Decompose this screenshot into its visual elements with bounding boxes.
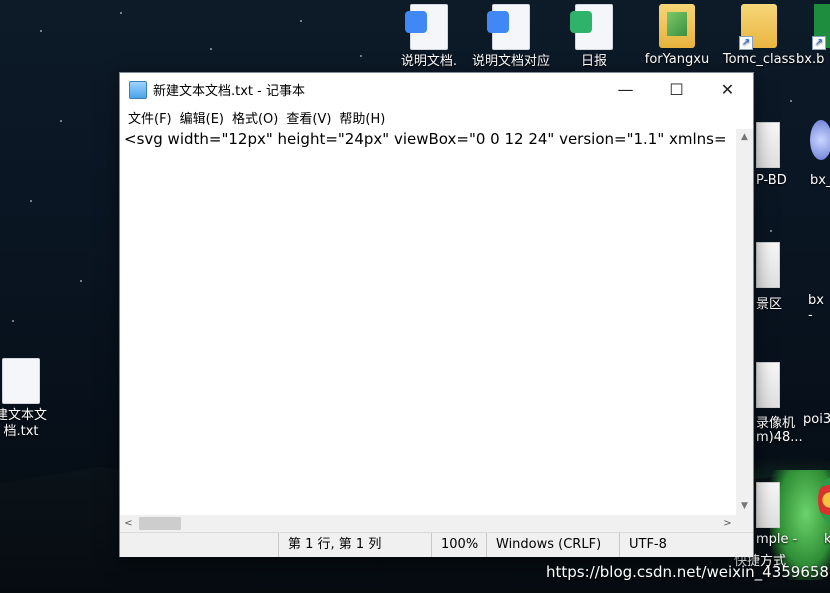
desktop-icon-text-file[interactable]: 建文本文 档.txt bbox=[0, 358, 60, 440]
partial-label: bx - bbox=[808, 293, 824, 323]
wps-spreadsheet-icon bbox=[570, 4, 613, 50]
desktop-icon-label: forYangxu bbox=[644, 52, 710, 67]
notepad-icon bbox=[129, 80, 147, 99]
maximize-button[interactable]: ☐ bbox=[651, 73, 702, 106]
vertical-scrollbar[interactable]: ▲ ▼ bbox=[736, 129, 753, 515]
status-line-ending: Windows (CRLF) bbox=[486, 533, 601, 557]
menu-file[interactable]: 文件(F) bbox=[124, 108, 176, 127]
desktop-icon-label: bx.b bbox=[796, 52, 825, 67]
status-cursor-position: 第 1 行, 第 1 列 bbox=[278, 533, 381, 557]
partial-file-icon[interactable] bbox=[756, 242, 780, 288]
desktop-icon-label: 日报 bbox=[580, 54, 607, 69]
desktop-icon-label: 说明文档对应 bbox=[472, 54, 551, 69]
desktop-icon-foryangxu[interactable]: forYangxu bbox=[638, 4, 716, 68]
window-title: 新建文本文档.txt - 记事本 bbox=[153, 84, 305, 99]
close-button[interactable]: ✕ bbox=[702, 73, 753, 106]
title-bar[interactable]: 新建文本文档.txt - 记事本 — ☐ ✕ bbox=[120, 73, 753, 106]
text-file-icon bbox=[2, 358, 40, 404]
partial-label: P-BD bbox=[756, 173, 787, 188]
editor-content[interactable]: <svg width="12px" height="24px" viewBox=… bbox=[124, 130, 727, 148]
desktop-icon-doc-1[interactable]: 说明文档. bbox=[390, 4, 468, 70]
wps-writer-doc-icon bbox=[405, 4, 448, 50]
scroll-left-icon[interactable]: < bbox=[120, 515, 137, 532]
partial-file-icon[interactable] bbox=[756, 362, 780, 408]
partial-label: 景区 bbox=[756, 297, 783, 312]
partial-label: 录像机 bbox=[756, 416, 796, 431]
desktop-icon-doc-2[interactable]: 说明文档对应 bbox=[472, 4, 550, 70]
minimize-button[interactable]: — bbox=[600, 73, 651, 106]
desktop-icon-bxb[interactable]: bx.b bbox=[796, 4, 830, 68]
shortcut-icon bbox=[812, 4, 830, 50]
partial-file-icon[interactable] bbox=[756, 482, 780, 528]
text-editor[interactable]: <svg width="12px" height="24px" viewBox=… bbox=[120, 129, 736, 515]
status-encoding: UTF-8 bbox=[619, 533, 667, 557]
desktop-icon-label: 建文本文 bbox=[0, 408, 47, 423]
partial-label: poi3 bbox=[803, 412, 830, 427]
partial-app-icon[interactable] bbox=[810, 120, 830, 160]
menu-bar: 文件(F) 编辑(E) 格式(O) 查看(V) 帮助(H) bbox=[120, 106, 753, 129]
scrollbar-corner bbox=[736, 515, 753, 532]
horizontal-scrollbar[interactable]: < > bbox=[120, 515, 736, 532]
status-zoom: 100% bbox=[431, 533, 478, 557]
wps-writer-doc-icon bbox=[487, 4, 530, 50]
partial-label: m)48... bbox=[756, 430, 803, 445]
watermark-url: https://blog.csdn.net/weixin_43596589 bbox=[546, 563, 830, 581]
scroll-right-icon[interactable]: > bbox=[719, 515, 736, 532]
menu-format[interactable]: 格式(O) bbox=[228, 108, 282, 127]
scroll-down-icon[interactable]: ▼ bbox=[736, 498, 753, 515]
horizontal-scroll-thumb[interactable] bbox=[139, 517, 181, 530]
menu-help[interactable]: 帮助(H) bbox=[335, 108, 389, 127]
image-folder-icon bbox=[659, 4, 695, 48]
partial-label: k bbox=[824, 532, 830, 547]
menu-edit[interactable]: 编辑(E) bbox=[176, 108, 228, 127]
desktop-icon-label: 说明文档. bbox=[400, 54, 458, 69]
status-bar: 第 1 行, 第 1 列 100% Windows (CRLF) UTF-8 bbox=[120, 532, 753, 557]
desktop-icon-daily-report[interactable]: 日报 bbox=[555, 4, 633, 70]
desktop-icon-tomc-class[interactable]: Tomc_class bbox=[720, 4, 798, 68]
scroll-up-icon[interactable]: ▲ bbox=[736, 129, 753, 146]
notepad-window: 新建文本文档.txt - 记事本 — ☐ ✕ 文件(F) 编辑(E) 格式(O)… bbox=[119, 72, 754, 557]
partial-label: mple - bbox=[756, 532, 798, 547]
desktop-icon-label: Tomc_class bbox=[722, 52, 796, 67]
partial-label: bx_ bbox=[810, 173, 830, 188]
folder-shortcut-icon bbox=[739, 4, 777, 50]
menu-view[interactable]: 查看(V) bbox=[282, 108, 335, 127]
desktop-icon-label: 档.txt bbox=[3, 424, 39, 439]
partial-file-icon[interactable] bbox=[756, 122, 780, 168]
